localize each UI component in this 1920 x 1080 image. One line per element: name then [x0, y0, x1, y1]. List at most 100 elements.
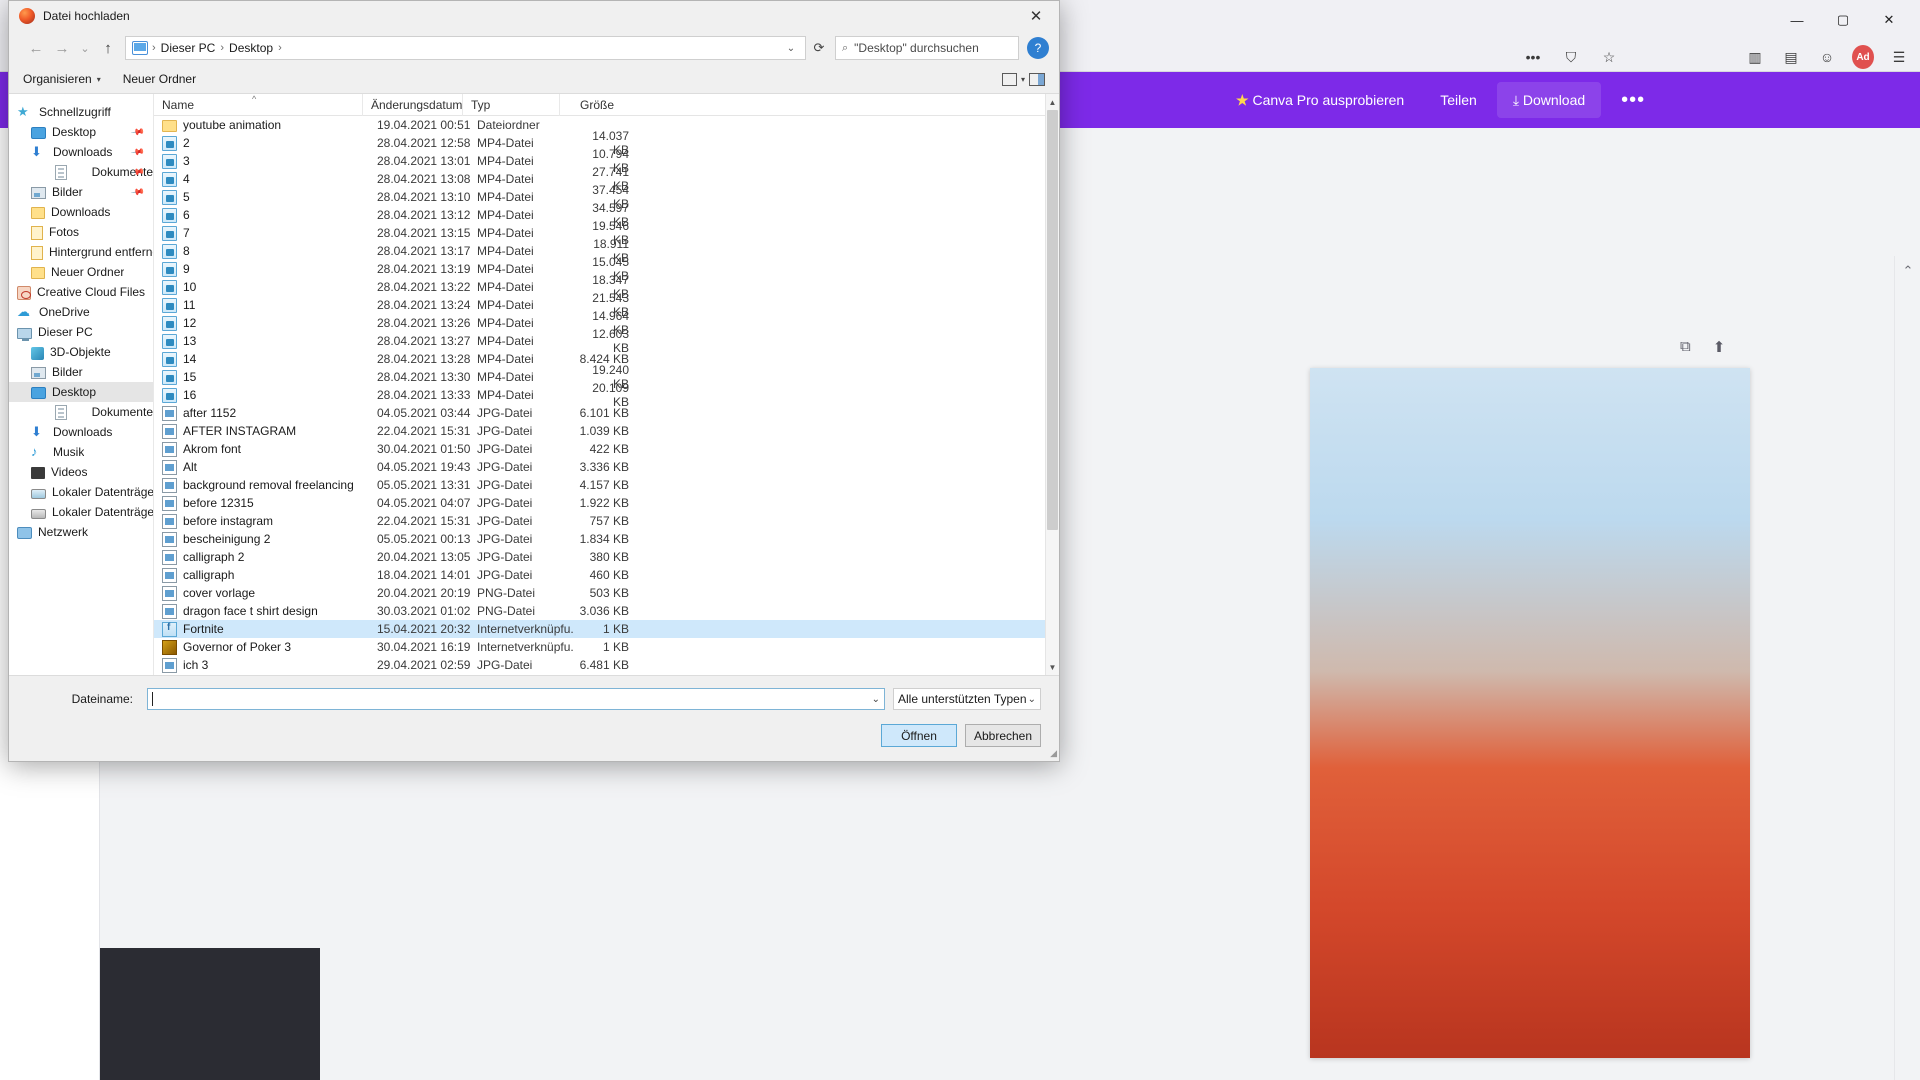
- breadcrumb-desktop[interactable]: Desktop: [226, 41, 276, 55]
- table-row[interactable]: Alt 04.05.2021 19:43 JPG-Datei 3.336 KB: [154, 458, 1059, 476]
- sidebar-item-netzwerk[interactable]: Netzwerk: [9, 522, 153, 542]
- download-button[interactable]: ⤓ Download: [1496, 82, 1602, 118]
- dialog-close-button[interactable]: ✕: [1013, 1, 1059, 31]
- shield-icon[interactable]: ⛉: [1560, 46, 1582, 68]
- sidebar-item-lokaler-datentr-ger[interactable]: Lokaler Datenträger ([: [9, 502, 153, 522]
- view-mode-button[interactable]: ▾: [1001, 72, 1025, 86]
- browser-close-button[interactable]: ✕: [1866, 4, 1912, 36]
- table-row[interactable]: dragon face t shirt design 30.03.2021 01:…: [154, 602, 1059, 620]
- sidebar-item-schnellzugriff[interactable]: ★ Schnellzugriff: [9, 102, 153, 122]
- vertical-scrollbar[interactable]: ▲ ▼: [1045, 94, 1059, 675]
- pin-icon[interactable]: 📌: [130, 144, 145, 159]
- sidebar-item-neuer-ordner[interactable]: Neuer Ordner: [9, 262, 153, 282]
- up-button[interactable]: ↑: [95, 35, 121, 61]
- column-header-type[interactable]: Typ: [462, 94, 559, 116]
- sidebar-item-fotos[interactable]: Fotos: [9, 222, 153, 242]
- library-icon[interactable]: ▥: [1744, 46, 1766, 68]
- sidebar-item-downloads[interactable]: Downloads: [9, 202, 153, 222]
- mp4-icon: [162, 315, 177, 331]
- column-header-size[interactable]: Größe: [559, 94, 622, 116]
- table-row[interactable]: bescheinigung 2 05.05.2021 00:13 JPG-Datei…: [154, 530, 1059, 548]
- menu-icon[interactable]: ☰: [1888, 46, 1910, 68]
- forward-button[interactable]: →: [49, 35, 75, 61]
- table-row[interactable]: calligraph 2 20.04.2021 13:05 JPG-Datei 380…: [154, 548, 1059, 566]
- sidebar-item-desktop[interactable]: Desktop: [9, 382, 153, 402]
- pin-icon[interactable]: 📌: [130, 124, 145, 139]
- new-folder-button[interactable]: Neuer Ordner: [123, 72, 196, 86]
- breadcrumb-this-pc[interactable]: Dieser PC: [158, 41, 219, 55]
- file-name: 3: [183, 154, 190, 168]
- open-button[interactable]: Öffnen: [881, 724, 957, 747]
- sidebar-item-creative-cloud-files[interactable]: Creative Cloud Files: [9, 282, 153, 302]
- back-button[interactable]: ←: [23, 35, 49, 61]
- address-bar[interactable]: › Dieser PC › Desktop › ⌄: [125, 36, 806, 60]
- file-name: 6: [183, 208, 190, 222]
- export-icon[interactable]: ⬆: [1713, 338, 1726, 356]
- vertical-scroll-thumb[interactable]: [1047, 110, 1058, 530]
- column-header-name[interactable]: Name: [154, 94, 362, 116]
- resize-grip[interactable]: ◢: [1050, 748, 1057, 759]
- table-row[interactable]: after 1152 04.05.2021 03:44 JPG-Datei 6.101…: [154, 404, 1059, 422]
- mp4-icon: [162, 207, 177, 223]
- search-input[interactable]: "Desktop" durchsuchen: [854, 41, 979, 55]
- chevron-down-icon[interactable]: ⌄: [872, 694, 880, 705]
- table-row[interactable]: AFTER INSTAGRAM 22.04.2021 15:31 JPG-Datei…: [154, 422, 1059, 440]
- sidebar-icon[interactable]: ▤: [1780, 46, 1802, 68]
- sidebar-item-downloads[interactable]: ⬇ Downloads: [9, 422, 153, 442]
- pin-icon[interactable]: 📌: [130, 184, 145, 199]
- more-icon[interactable]: •••: [1522, 46, 1544, 68]
- scroll-up-button[interactable]: ▲: [1046, 94, 1059, 110]
- canvas-tools: ⧉ ⬆: [1680, 338, 1725, 356]
- table-row[interactable]: ich 3 29.04.2021 02:59 JPG-Datei 6.481 KB: [154, 656, 1059, 674]
- table-row[interactable]: ich 26 png01.04.2021 02:37PNG-Datei3.174…: [154, 674, 1059, 675]
- file-name: background removal freelancing: [183, 478, 354, 492]
- sidebar-item-onedrive[interactable]: ☁ OneDrive: [9, 302, 153, 322]
- table-row[interactable]: Akrom font 30.04.2021 01:50 JPG-Datei 422 K…: [154, 440, 1059, 458]
- table-row[interactable]: Governor of Poker 3 30.04.2021 16:19 Inter…: [154, 638, 1059, 656]
- rail-up-icon[interactable]: ⌃: [1895, 256, 1920, 286]
- account-icon[interactable]: ☺: [1816, 46, 1838, 68]
- filetype-select[interactable]: Alle unterstützten Typen ⌄: [893, 688, 1041, 710]
- share-button[interactable]: Teilen: [1424, 82, 1493, 118]
- sidebar-item-videos[interactable]: Videos: [9, 462, 153, 482]
- recent-locations-button[interactable]: ⌄: [75, 35, 95, 61]
- table-row[interactable]: Fortnite 15.04.2021 20:32 Internetverknüpf…: [154, 620, 1059, 638]
- refresh-icon[interactable]: ⟳: [806, 36, 832, 60]
- filename-input[interactable]: ⌄: [147, 688, 885, 710]
- sidebar-item-dieser-pc[interactable]: Dieser PC: [9, 322, 153, 342]
- sidebar-item-hintergrund-entferne[interactable]: Hintergrund entferne: [9, 242, 153, 262]
- sidebar-item-musik[interactable]: ♪ Musik: [9, 442, 153, 462]
- help-button[interactable]: ?: [1027, 37, 1049, 59]
- column-header-date[interactable]: Änderungsdatum: [362, 94, 462, 116]
- canva-pro-button[interactable]: ★ Canva Pro ausprobieren: [1220, 82, 1420, 118]
- table-row[interactable]: 16 28.04.2021 13:33 MP4-Datei 20.109 KB: [154, 381, 1059, 409]
- sidebar-item-dokumente[interactable]: Dokumente 📌: [9, 162, 153, 182]
- file-date: 05.05.2021 13:31: [377, 478, 471, 492]
- maximize-button[interactable]: ▢: [1820, 4, 1866, 36]
- sidebar-item-bilder[interactable]: Bilder: [9, 362, 153, 382]
- table-row[interactable]: 13 28.04.2021 13:27 MP4-Datei 12.603 KB: [154, 327, 1059, 355]
- search-box[interactable]: ⌕ "Desktop" durchsuchen: [835, 36, 1019, 60]
- organize-button[interactable]: Organisieren ▾: [23, 72, 101, 86]
- sidebar-item-lokaler-datentr-ger[interactable]: Lokaler Datenträger ((: [9, 482, 153, 502]
- minimize-button[interactable]: —: [1774, 4, 1820, 36]
- sidebar-item-downloads[interactable]: ⬇ Downloads 📌: [9, 142, 153, 162]
- canva-more-button[interactable]: •••: [1605, 82, 1661, 118]
- sidebar-item-3d-objekte[interactable]: 3D-Objekte: [9, 342, 153, 362]
- extension-icon[interactable]: Ad: [1852, 45, 1874, 69]
- sidebar-item-bilder[interactable]: Bilder 📌: [9, 182, 153, 202]
- table-row[interactable]: calligraph 18.04.2021 14:01 JPG-Datei 460 K…: [154, 566, 1059, 584]
- table-row[interactable]: background removal freelancing 05.05.2021…: [154, 476, 1059, 494]
- table-row[interactable]: cover vorlage 20.04.2021 20:19 PNG-Datei 50…: [154, 584, 1059, 602]
- copy-icon[interactable]: ⧉: [1680, 338, 1691, 356]
- sidebar-item-desktop[interactable]: Desktop 📌: [9, 122, 153, 142]
- table-row[interactable]: before 12315 04.05.2021 04:07 JPG-Datei 1.9…: [154, 494, 1059, 512]
- scroll-down-button[interactable]: ▼: [1046, 659, 1059, 675]
- cancel-button[interactable]: Abbrechen: [965, 724, 1041, 747]
- canvas-page-preview[interactable]: [1310, 368, 1750, 1058]
- sidebar-item-dokumente[interactable]: Dokumente: [9, 402, 153, 422]
- table-row[interactable]: before instagram 22.04.2021 15:31 JPG-Date…: [154, 512, 1059, 530]
- chevron-down-icon[interactable]: ⌄: [781, 37, 801, 59]
- preview-pane-button[interactable]: [1029, 72, 1045, 86]
- bookmark-icon[interactable]: ☆: [1598, 46, 1620, 68]
